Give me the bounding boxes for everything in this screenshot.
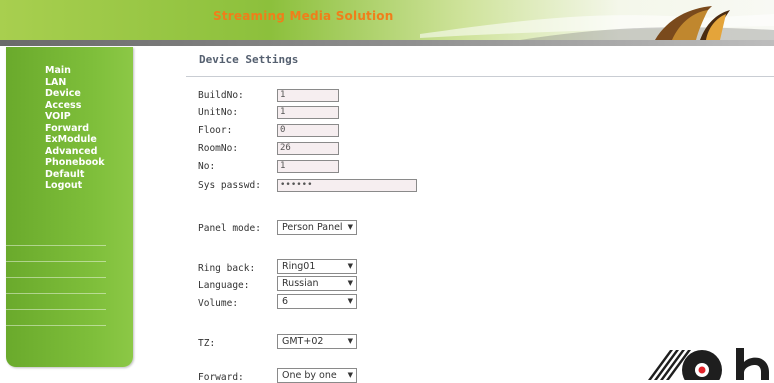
room-no-label: RoomNo: — [198, 143, 239, 154]
panel-mode-label: Panel mode: — [198, 223, 261, 234]
ring-back-select[interactable]: Ring01 ▼ — [277, 259, 357, 274]
sidebar-item-phonebook[interactable]: Phonebook — [6, 157, 106, 169]
tz-select[interactable]: GMT+02 ▼ — [277, 334, 357, 349]
volume-value: 6 — [282, 296, 289, 307]
chevron-down-icon: ▼ — [347, 262, 353, 270]
sidebar-item-voip[interactable]: VOIP — [6, 111, 106, 123]
floor-field[interactable]: 0 — [277, 124, 339, 137]
unit-no-label: UnitNo: — [198, 107, 239, 118]
sidebar-item-exmodule[interactable]: ExModule — [6, 134, 106, 146]
title-divider — [186, 76, 774, 77]
sidebar-divider — [6, 325, 106, 326]
sidebar-divider — [6, 277, 106, 278]
language-select[interactable]: Russian ▼ — [277, 276, 357, 291]
forward-label: Forward: — [198, 372, 244, 383]
panel-mode-value: Person Panel — [282, 222, 343, 233]
sidebar-item-advanced[interactable]: Advanced — [6, 146, 106, 158]
chevron-down-icon: ▼ — [347, 297, 353, 305]
record-logo-icon — [648, 348, 769, 380]
sidebar-item-device[interactable]: Device — [6, 88, 106, 100]
volume-select[interactable]: 6 ▼ — [277, 294, 357, 309]
sys-passwd-field[interactable]: •••••• — [277, 179, 417, 192]
chevron-down-icon: ▼ — [347, 279, 353, 287]
forward-select[interactable]: One by one ▼ — [277, 368, 357, 383]
build-no-field[interactable]: 1 — [277, 89, 339, 102]
sidebar-item-lan[interactable]: LAN — [6, 77, 106, 89]
sidebar-item-default[interactable]: Default — [6, 169, 106, 181]
panel-mode-select[interactable]: Person Panel ▼ — [277, 220, 357, 235]
sys-passwd-label: Sys passwd: — [198, 180, 261, 191]
page-title: Device Settings — [199, 53, 299, 66]
sidebar-item-forward[interactable]: Forward — [6, 123, 106, 135]
banner-grey-bar — [0, 40, 774, 46]
banner-title: Streaming Media Solution — [213, 9, 394, 23]
unit-no-field[interactable]: 1 — [277, 106, 339, 119]
sidebar-divider — [6, 309, 106, 310]
language-label: Language: — [198, 280, 250, 291]
sidebar-item-main[interactable]: Main — [6, 65, 106, 77]
build-no-label: BuildNo: — [198, 90, 244, 101]
room-no-field[interactable]: 26 — [277, 142, 339, 155]
no-field[interactable]: 1 — [277, 160, 339, 173]
sidebar-divider — [6, 261, 106, 262]
ring-back-value: Ring01 — [282, 261, 316, 272]
sidebar-nav: Main LAN Device Access VOIP Forward ExMo… — [6, 65, 106, 192]
forward-value: One by one — [282, 370, 337, 381]
chevron-down-icon: ▼ — [347, 337, 353, 345]
floor-label: Floor: — [198, 125, 233, 136]
chevron-down-icon: ▼ — [347, 223, 353, 231]
ring-back-label: Ring back: — [198, 263, 256, 274]
sidebar-item-access[interactable]: Access — [6, 100, 106, 112]
sidebar-divider — [6, 245, 106, 246]
language-value: Russian — [282, 278, 319, 289]
sidebar-divider — [6, 293, 106, 294]
tz-value: GMT+02 — [282, 336, 324, 347]
sidebar: Main LAN Device Access VOIP Forward ExMo… — [6, 47, 133, 367]
sidebar-item-logout[interactable]: Logout — [6, 180, 106, 192]
chevron-down-icon: ▼ — [347, 371, 353, 379]
volume-label: Volume: — [198, 298, 239, 309]
no-label: No: — [198, 161, 216, 172]
tz-label: TZ: — [198, 338, 216, 349]
header-banner: Streaming Media Solution — [0, 0, 774, 46]
